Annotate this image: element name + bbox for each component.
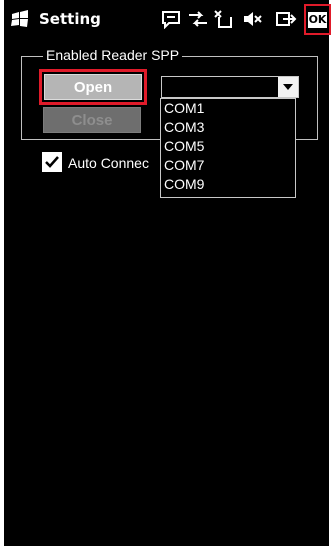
battery-icon[interactable] <box>275 9 297 29</box>
open-button[interactable]: Open <box>44 74 142 100</box>
page-title: Setting <box>39 10 101 28</box>
close-button: Close <box>43 107 141 133</box>
combo-dropdown-button[interactable] <box>278 77 298 97</box>
messaging-icon[interactable] <box>160 9 182 29</box>
list-item-com7[interactable]: COM7 <box>161 156 295 175</box>
auto-connect-label: Auto Connec <box>68 155 149 171</box>
list-item-com1[interactable]: COM1 <box>161 99 295 118</box>
chevron-down-icon <box>283 84 293 90</box>
no-sim-icon[interactable] <box>213 9 235 29</box>
device-screen: Setting OK Enabled Reader SPP Open Close <box>4 0 331 546</box>
ok-button[interactable]: OK <box>304 4 331 35</box>
list-item-com3[interactable]: COM3 <box>161 118 295 137</box>
list-item-com5[interactable]: COM5 <box>161 137 295 156</box>
auto-connect-checkbox[interactable] <box>42 152 62 172</box>
connectivity-icon[interactable] <box>187 9 209 29</box>
com-port-dropdown-list[interactable]: COM1 COM3 COM5 COM7 COM9 <box>160 98 296 198</box>
ok-label: OK <box>307 11 328 28</box>
list-item-com9[interactable]: COM9 <box>161 175 295 194</box>
windows-flag-icon[interactable] <box>10 10 30 28</box>
checkmark-icon <box>45 156 59 168</box>
groupbox-label: Enabled Reader SPP <box>43 47 183 63</box>
volume-muted-icon[interactable] <box>241 9 263 29</box>
title-bar: Setting OK <box>4 0 331 38</box>
com-port-combobox[interactable] <box>161 76 299 98</box>
